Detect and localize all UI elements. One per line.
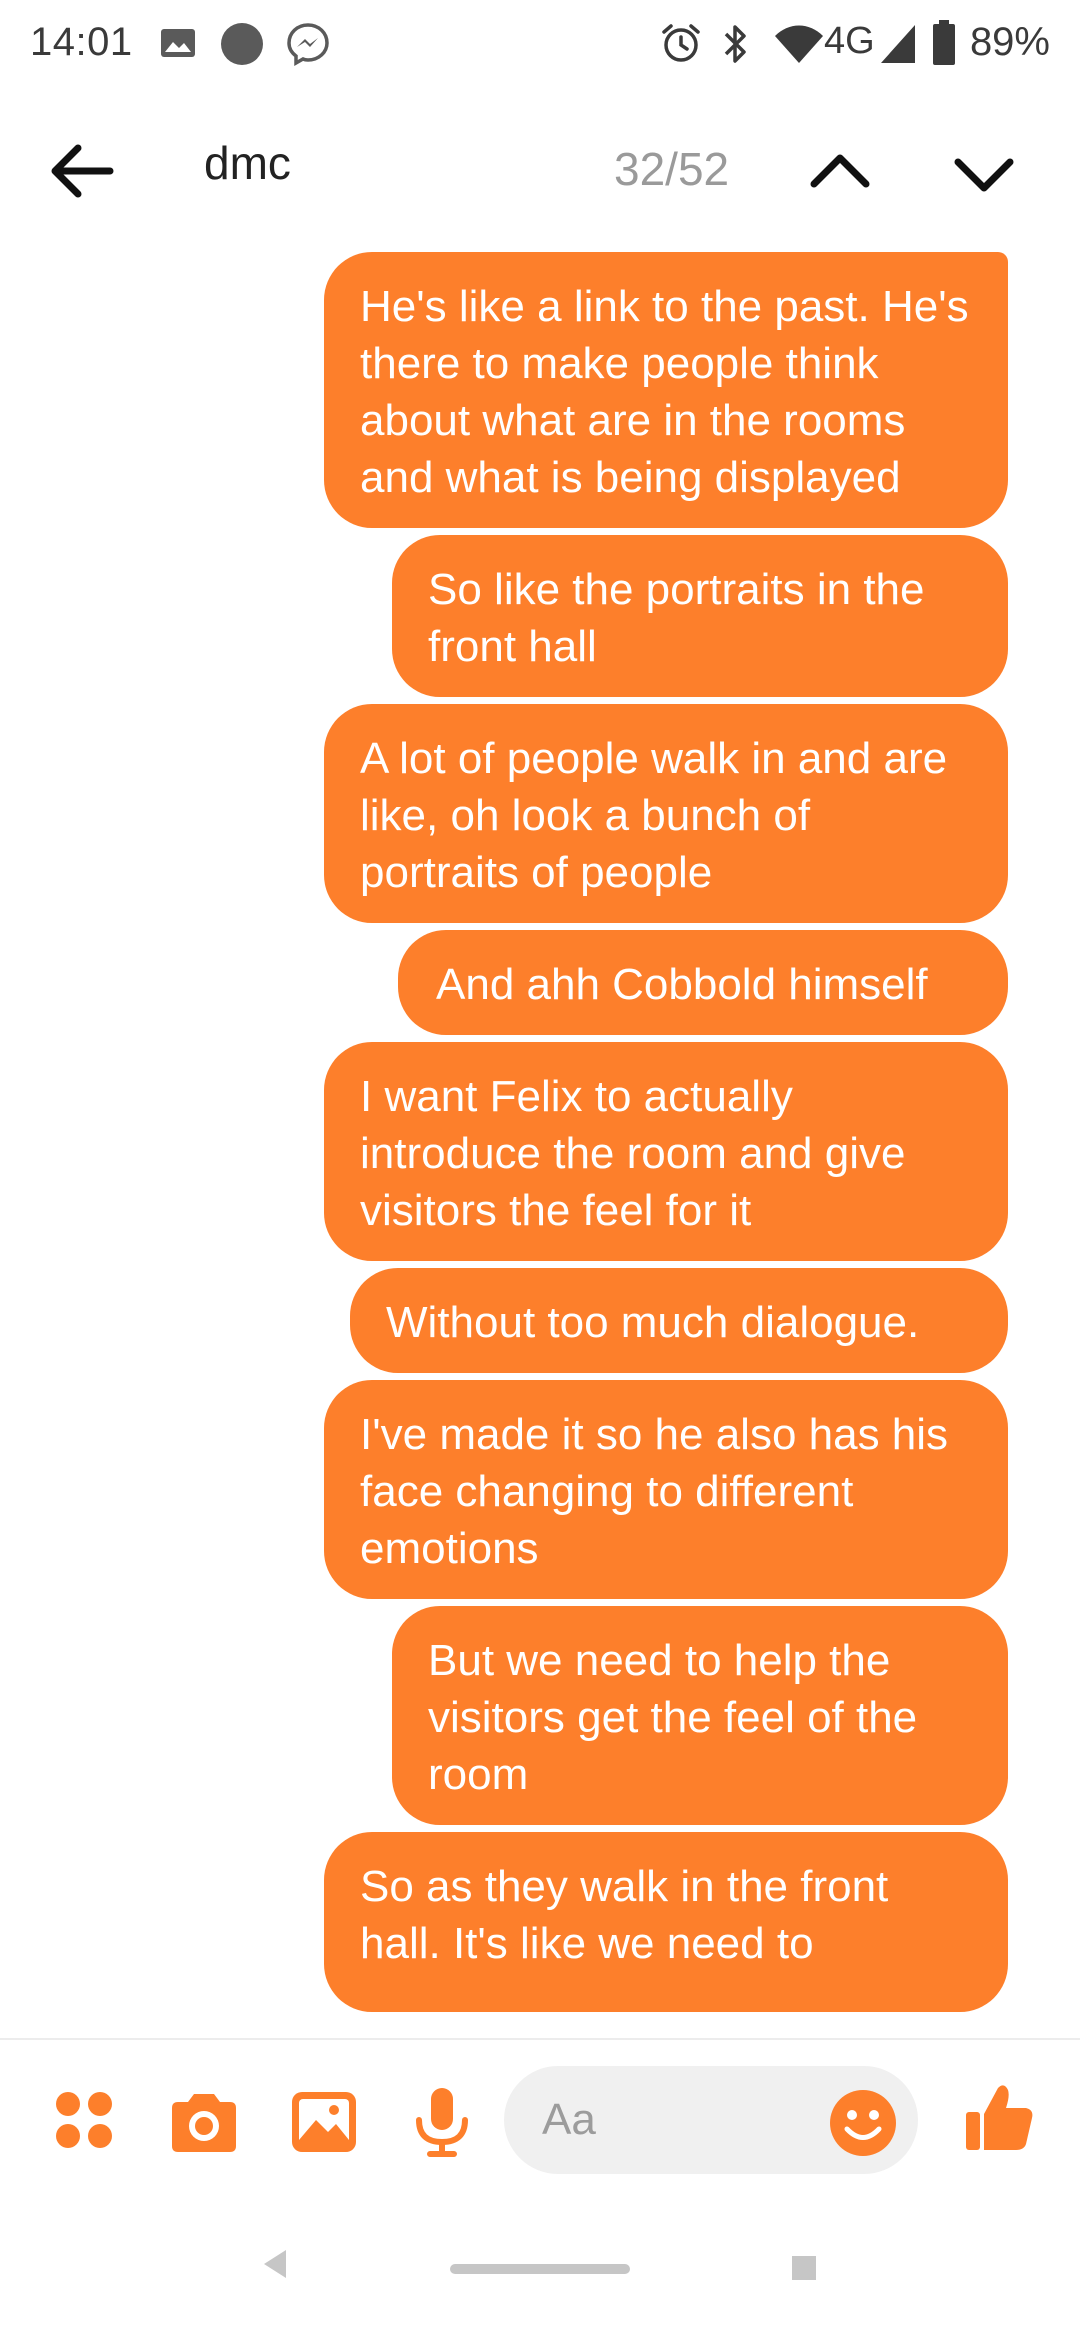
message-bubble[interactable]: Without too much dialogue. [350, 1268, 1008, 1373]
messenger-search-screen: 14:01 4G 89% dmc 32/52 He's like a link … [0, 0, 1080, 2340]
status-time: 14:01 [30, 20, 133, 64]
battery-icon [933, 20, 955, 65]
message-bubble[interactable]: But we need to help the visitors get the… [392, 1606, 1008, 1825]
message-bubble[interactable]: I've made it so he also has his face cha… [324, 1380, 1008, 1599]
search-result-counter: 32/52 [614, 143, 730, 195]
chevron-up-icon[interactable] [800, 132, 880, 212]
nav-back-icon[interactable] [262, 2248, 288, 2280]
back-arrow-icon[interactable] [40, 126, 130, 216]
wifi-icon [775, 25, 823, 63]
thumbs-up-icon[interactable] [962, 2080, 1038, 2156]
message-bubble[interactable]: I want Felix to actually introduce the r… [324, 1042, 1008, 1261]
message-list[interactable]: He's like a link to the past. He's there… [0, 252, 1080, 2038]
message-bubble[interactable]: A lot of people walk in and are like, oh… [324, 704, 1008, 923]
dot-icon [221, 23, 263, 65]
message-composer [0, 2038, 1080, 2200]
system-nav-bar [0, 2198, 1080, 2340]
message-column: He's like a link to the past. He's there… [0, 252, 1080, 2019]
message-bubble[interactable]: So as they walk in the front hall. It's … [324, 1832, 1008, 2012]
messenger-icon [287, 23, 329, 66]
status-bar: 14:01 4G 89% [0, 0, 1080, 90]
image-icon [161, 29, 195, 57]
message-bubble[interactable]: So like the portraits in the front hall [392, 535, 1008, 697]
signal-icon [881, 25, 915, 63]
apps-icon[interactable] [48, 2084, 124, 2160]
bluetooth-icon [724, 25, 746, 63]
chevron-down-icon[interactable] [944, 132, 1024, 212]
gallery-icon[interactable] [286, 2084, 362, 2160]
nav-home-pill[interactable] [450, 2264, 630, 2274]
search-app-bar: dmc 32/52 [0, 90, 1080, 254]
message-bubble[interactable]: He's like a link to the past. He's there… [324, 252, 1008, 528]
microphone-icon[interactable] [404, 2084, 480, 2160]
nav-recents-icon[interactable] [792, 2256, 816, 2280]
network-type: 4G [824, 20, 875, 62]
camera-icon[interactable] [166, 2084, 242, 2160]
alarm-icon [662, 24, 700, 62]
message-bubble[interactable]: And ahh Cobbold himself [398, 930, 1008, 1035]
emoji-icon[interactable] [828, 2088, 898, 2158]
search-term: dmc [204, 137, 291, 189]
battery-percent: 89% [969, 20, 1050, 64]
